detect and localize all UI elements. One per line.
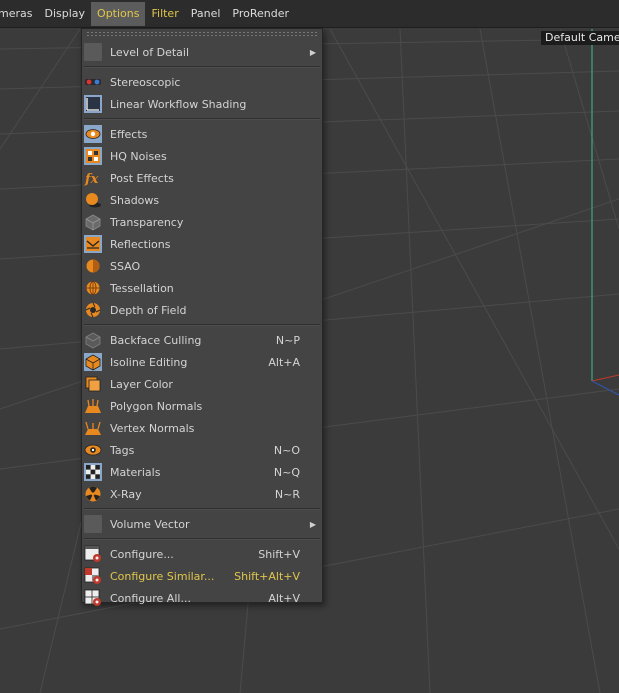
menu-item-ssao[interactable]: SSAO bbox=[82, 255, 322, 277]
post-effects-icon: fx bbox=[84, 169, 102, 187]
menu-item-post-effects[interactable]: fx Post Effects bbox=[82, 167, 322, 189]
submenu-arrow-icon: ▶ bbox=[309, 519, 316, 529]
tags-shortcut: N~O bbox=[273, 443, 300, 457]
menu-item-level-of-detail[interactable]: Level of Detail ▶ bbox=[82, 41, 322, 63]
menu-options[interactable]: Options bbox=[91, 1, 146, 26]
configure-icon bbox=[84, 545, 102, 563]
level-of-detail-label: Level of Detail bbox=[110, 45, 190, 59]
separator bbox=[84, 118, 320, 120]
menu-item-xray[interactable]: X-Ray N~R bbox=[82, 483, 322, 505]
shadows-label: Shadows bbox=[110, 193, 160, 207]
effects-label: Effects bbox=[110, 127, 148, 141]
level-of-detail-icon bbox=[84, 43, 102, 61]
menu-item-volume-vector[interactable]: Volume Vector ▶ bbox=[82, 513, 322, 535]
menu-item-effects[interactable]: Effects bbox=[82, 123, 322, 145]
menu-item-configure-similar[interactable]: Configure Similar... Shift+Alt+V bbox=[82, 565, 322, 587]
transparency-label: Transparency bbox=[110, 215, 184, 229]
reflections-icon bbox=[84, 235, 102, 253]
configure-similar-icon bbox=[84, 567, 102, 585]
menu-display[interactable]: Display bbox=[38, 2, 91, 26]
menu-item-polygon-normals[interactable]: Polygon Normals bbox=[82, 395, 322, 417]
backface-culling-icon bbox=[84, 331, 102, 349]
axis-z-line bbox=[591, 380, 619, 396]
linear-workflow-label: Linear Workflow Shading bbox=[110, 97, 247, 111]
menu-cameras[interactable]: meras bbox=[0, 2, 38, 26]
configure-shortcut: Shift+V bbox=[258, 547, 300, 561]
menu-panel[interactable]: Panel bbox=[185, 2, 227, 26]
linear-workflow-icon bbox=[84, 95, 102, 113]
menu-item-configure-all[interactable]: Configure All... Alt+V bbox=[82, 587, 322, 609]
post-effects-label: Post Effects bbox=[110, 171, 174, 185]
stereoscopic-icon bbox=[84, 73, 102, 91]
isoline-editing-shortcut: Alt+A bbox=[268, 355, 300, 369]
hq-noises-icon bbox=[84, 147, 102, 165]
tessellation-label: Tessellation bbox=[110, 281, 174, 295]
volume-vector-label: Volume Vector bbox=[110, 517, 190, 531]
menu-item-isoline-editing[interactable]: Isoline Editing Alt+A bbox=[82, 351, 322, 373]
configure-all-icon bbox=[84, 589, 102, 607]
configure-similar-shortcut: Shift+Alt+V bbox=[234, 569, 300, 583]
xray-shortcut: N~R bbox=[274, 487, 300, 501]
ssao-icon bbox=[84, 257, 102, 275]
volume-vector-icon bbox=[84, 515, 102, 533]
isoline-editing-icon bbox=[84, 353, 102, 371]
tearoff-grip[interactable] bbox=[86, 31, 318, 37]
depth-of-field-label: Depth of Field bbox=[110, 303, 187, 317]
menu-filter[interactable]: Filter bbox=[145, 2, 184, 26]
menu-item-reflections[interactable]: Reflections bbox=[82, 233, 322, 255]
menu-item-tags[interactable]: Tags N~O bbox=[82, 439, 322, 461]
configure-all-shortcut: Alt+V bbox=[268, 591, 300, 605]
axis-x-line bbox=[591, 374, 619, 382]
tessellation-icon bbox=[84, 279, 102, 297]
menu-prorender[interactable]: ProRender bbox=[226, 2, 295, 26]
separator bbox=[84, 324, 320, 326]
options-dropdown: Level of Detail ▶ Stereoscopic Linear Wo… bbox=[81, 28, 323, 606]
xray-icon bbox=[84, 485, 102, 503]
depth-of-field-icon bbox=[84, 301, 102, 319]
menu-item-linear-workflow-shading[interactable]: Linear Workflow Shading bbox=[82, 93, 322, 115]
effects-icon bbox=[84, 125, 102, 143]
menu-item-stereoscopic[interactable]: Stereoscopic bbox=[82, 71, 322, 93]
layer-color-label: Layer Color bbox=[110, 377, 173, 391]
separator bbox=[84, 508, 320, 510]
shadows-icon bbox=[84, 191, 102, 209]
menu-item-depth-of-field[interactable]: Depth of Field bbox=[82, 299, 322, 321]
separator bbox=[84, 538, 320, 540]
materials-shortcut: N~Q bbox=[273, 465, 300, 479]
menu-item-vertex-normals[interactable]: Vertex Normals bbox=[82, 417, 322, 439]
submenu-arrow-icon: ▶ bbox=[309, 47, 316, 57]
vertex-normals-icon bbox=[84, 419, 102, 437]
menu-item-layer-color[interactable]: Layer Color bbox=[82, 373, 322, 395]
ssao-label: SSAO bbox=[110, 259, 141, 273]
layer-color-icon bbox=[84, 375, 102, 393]
camera-label: Default Camera bbox=[541, 31, 619, 45]
tags-icon bbox=[84, 441, 102, 459]
menu-item-hq-noises[interactable]: HQ Noises bbox=[82, 145, 322, 167]
menu-item-transparency[interactable]: Transparency bbox=[82, 211, 322, 233]
materials-icon bbox=[84, 463, 102, 481]
menu-item-backface-culling[interactable]: Backface Culling N~P bbox=[82, 329, 322, 351]
vertex-normals-label: Vertex Normals bbox=[110, 421, 195, 435]
menu-item-tessellation[interactable]: Tessellation bbox=[82, 277, 322, 299]
separator bbox=[84, 66, 320, 68]
menu-item-shadows[interactable]: Shadows bbox=[82, 189, 322, 211]
menu-item-materials[interactable]: Materials N~Q bbox=[82, 461, 322, 483]
transparency-icon bbox=[84, 213, 102, 231]
backface-culling-shortcut: N~P bbox=[275, 333, 300, 347]
polygon-normals-label: Polygon Normals bbox=[110, 399, 203, 413]
polygon-normals-icon bbox=[84, 397, 102, 415]
menubar: meras Display Options Filter Panel ProRe… bbox=[0, 0, 619, 28]
hq-noises-label: HQ Noises bbox=[110, 149, 167, 163]
svg-text:fx: fx bbox=[84, 172, 99, 187]
reflections-label: Reflections bbox=[110, 237, 171, 251]
menu-item-configure[interactable]: Configure... Shift+V bbox=[82, 543, 322, 565]
stereoscopic-label: Stereoscopic bbox=[110, 75, 181, 89]
